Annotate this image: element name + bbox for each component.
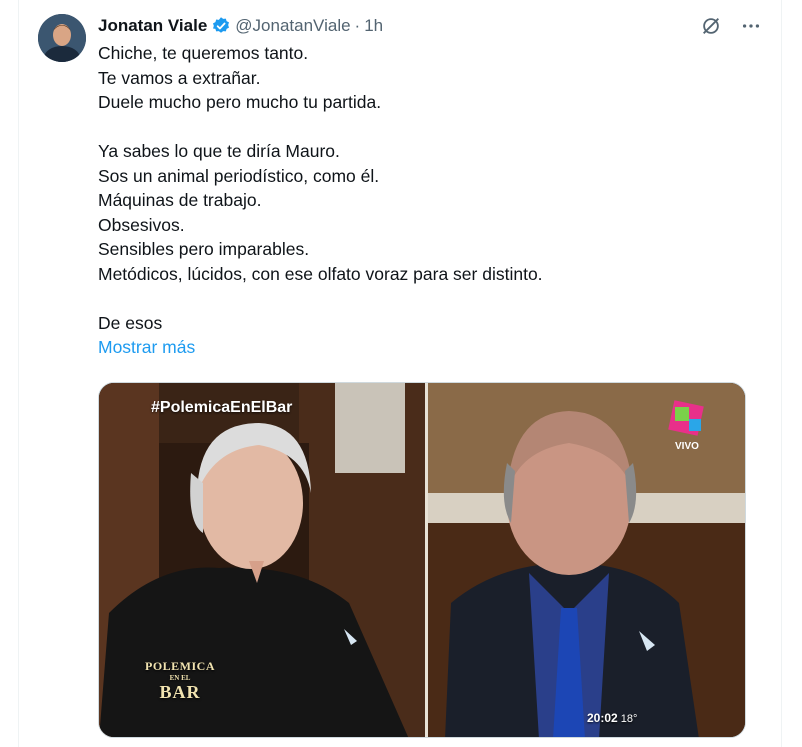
tweet-line: Obsesivos. [98,214,185,235]
tweet-line: De esos [98,312,163,333]
tweet-line: Chiche, te queremos tanto. [98,43,309,63]
verified-badge-icon [211,16,231,36]
avatar[interactable] [38,14,86,62]
tweet-media-image[interactable]: #PolemicaEnElBar VIVO POLEMICA EN EL BAR… [98,382,746,738]
temperature: 18° [620,713,638,725]
grok-icon[interactable] [698,13,724,39]
author-handle[interactable]: @JonatanViale [235,16,350,36]
tweet-line: Duele mucho pero mucho tu partida. [98,92,382,112]
tweet-time[interactable]: 1h [364,16,383,36]
show-logo: POLEMICA EN EL BAR [139,659,221,703]
media-hashtag: #PolemicaEnElBar [151,399,293,416]
tweet-line: Metódicos, lúcidos, con ese olfato voraz… [98,263,543,284]
tweet-line: Máquinas de trabajo. [98,190,262,210]
tweet-line: Sensibles pero imparables. [98,239,310,259]
show-more-link[interactable]: Mostrar más [98,335,738,360]
broadcast-clock: 20:02 18° [587,711,637,725]
channel-live-badge: VIVO [675,441,699,452]
show-logo-line: POLEMICA [145,659,215,673]
separator-dot: · [354,16,361,35]
header-actions [698,13,764,39]
author-name[interactable]: Jonatan Viale [98,16,207,36]
tweet-line: Te vamos a extrañar. [98,67,261,88]
more-options-icon[interactable] [738,13,764,39]
clock-time: 20:02 [587,711,618,725]
tweet-text: Chiche, te queremos tanto. Te vamos a ex… [98,41,738,360]
tweet-line: Ya sabes lo que te diría Mauro. [98,141,340,161]
tweet-line: Sos un animal periodístico, como él. [98,165,380,186]
show-logo-line: EN EL [169,674,191,682]
tweet-header: Jonatan Viale @JonatanViale · 1h [98,15,383,37]
show-logo-line: BAR [159,682,201,702]
